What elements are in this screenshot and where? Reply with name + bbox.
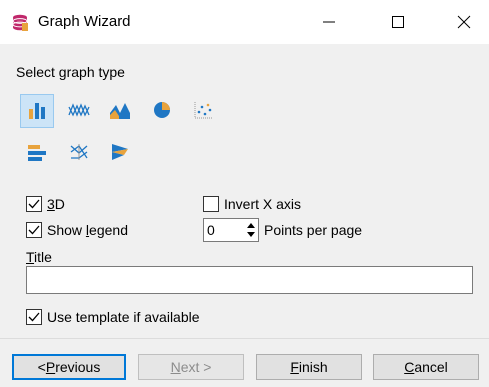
title-bar: Graph Wizard xyxy=(0,0,489,44)
finish-button[interactable]: Finish xyxy=(256,354,362,380)
show-legend-label: Show legend xyxy=(47,222,128,238)
invert-x-option[interactable]: Invert X axis xyxy=(203,194,301,214)
three-d-checkbox[interactable] xyxy=(26,196,42,212)
graph-type-area[interactable] xyxy=(103,94,137,128)
previous-button[interactable]: < Previous xyxy=(12,354,126,380)
show-legend-option[interactable]: Show legend xyxy=(26,220,128,240)
points-per-page-value[interactable]: 0 xyxy=(207,222,215,238)
points-per-page-spinner[interactable]: 0 xyxy=(203,218,259,242)
window-title: Graph Wizard xyxy=(38,13,131,30)
graph-type-parallel[interactable] xyxy=(62,136,96,170)
button-bar: < Previous Next > Finish Cancel xyxy=(0,338,489,387)
scatter-chart-icon xyxy=(194,101,214,122)
title-input[interactable] xyxy=(26,266,473,294)
line-chart-icon xyxy=(68,101,90,122)
parallel-chart-icon xyxy=(69,143,89,164)
graph-type-pie[interactable] xyxy=(145,94,179,128)
select-graph-type-label: Select graph type xyxy=(16,64,125,80)
funnel-chart-icon xyxy=(110,143,130,164)
maximize-button[interactable] xyxy=(375,0,421,44)
invert-x-label: Invert X axis xyxy=(224,196,302,212)
use-template-option[interactable]: Use template if available xyxy=(26,307,200,327)
close-button[interactable] xyxy=(441,0,487,44)
bar-chart-icon xyxy=(27,101,47,122)
title-field-label: Title xyxy=(26,249,52,265)
cancel-button[interactable]: Cancel xyxy=(373,354,479,380)
graph-type-funnel[interactable] xyxy=(103,136,137,170)
database-icon xyxy=(11,14,29,32)
wizard-body: Select graph type 3D Show legend Invert … xyxy=(0,44,489,338)
invert-x-checkbox[interactable] xyxy=(203,196,219,212)
graph-type-scatter[interactable] xyxy=(187,94,221,128)
three-d-option[interactable]: 3D xyxy=(26,194,65,214)
points-per-page-label: Points per page xyxy=(264,222,363,238)
use-template-label: Use template if available xyxy=(47,309,200,325)
horizontal-bar-chart-icon xyxy=(27,143,47,164)
spinner-arrows[interactable] xyxy=(244,219,258,241)
graph-type-bar[interactable] xyxy=(20,94,54,128)
graph-type-horizontal-bar[interactable] xyxy=(20,136,54,170)
pie-chart-icon xyxy=(152,100,172,123)
graph-type-line[interactable] xyxy=(62,94,96,128)
minimize-button[interactable] xyxy=(306,0,352,44)
show-legend-checkbox[interactable] xyxy=(26,222,42,238)
next-button[interactable]: Next > xyxy=(138,354,244,380)
three-d-label: 3D xyxy=(47,196,65,212)
use-template-checkbox[interactable] xyxy=(26,309,42,325)
area-chart-icon xyxy=(109,101,131,122)
